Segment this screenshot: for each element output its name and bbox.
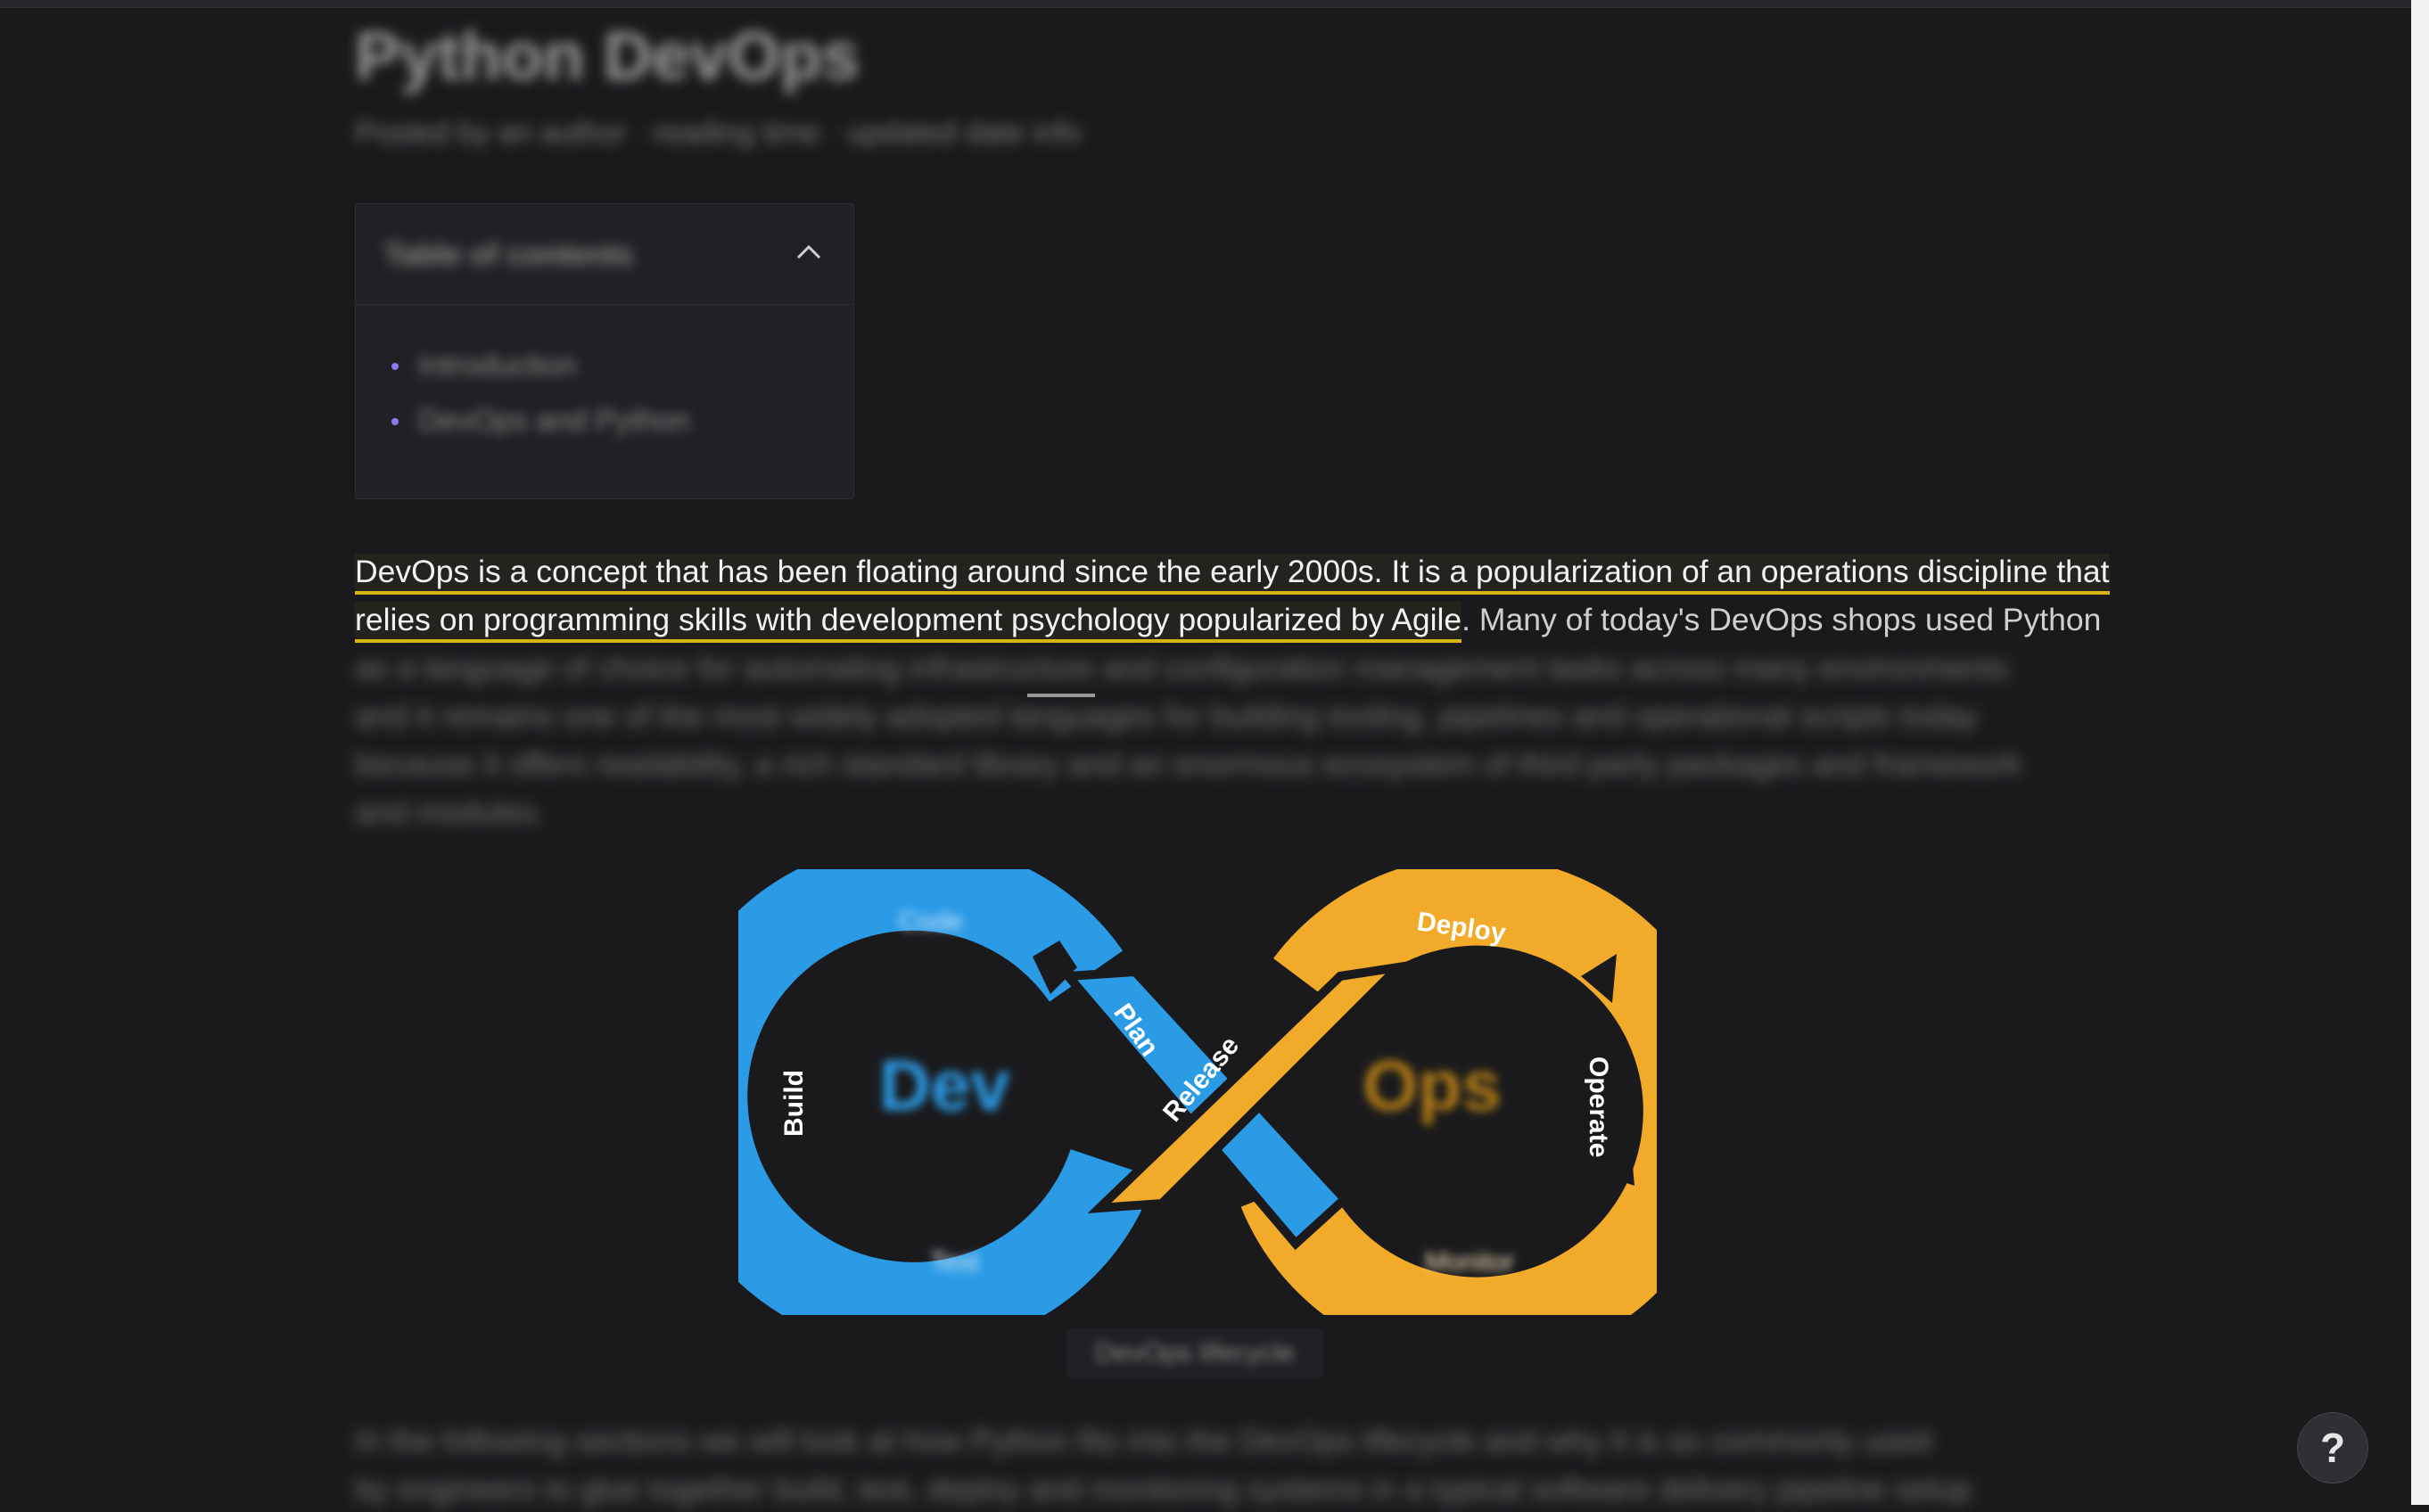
build-label: Build	[779, 1070, 809, 1137]
toc-title: Table of contents	[384, 238, 633, 272]
operate-label: Operate	[1584, 1056, 1613, 1157]
post-meta: Posted by an author · reading time · upd…	[355, 116, 1082, 150]
article-paragraph: DevOps is a concept that has been floati…	[355, 547, 2110, 836]
table-of-contents: Table of contents Introduction DevOps an…	[355, 203, 854, 499]
toc-item[interactable]: DevOps and Python	[391, 393, 689, 448]
blurred-text-line: because it offers readability, a rich st…	[355, 746, 2022, 782]
blurred-diagram-label: Monitor	[1425, 1247, 1514, 1277]
article-paragraph: In the following sections we will look a…	[355, 1416, 2040, 1512]
devops-infinity-diagram: Deploy Operate Release Plan Build Code T…	[738, 869, 1657, 1315]
chevron-up-icon[interactable]	[791, 234, 827, 270]
toc-header[interactable]: Table of contents	[356, 204, 853, 305]
paragraph-text: . Many of today's DevOps shops used Pyth…	[1462, 602, 2102, 637]
highlighted-text: DevOps is a concept that has been floati…	[355, 554, 2110, 595]
toc-item[interactable]: Introduction	[391, 338, 689, 393]
help-button[interactable]: ?	[2297, 1412, 2368, 1483]
blurred-text-line: and it remains one of the most widely ad…	[355, 698, 1978, 734]
blurred-text-line: as a language of choice for automating i…	[355, 650, 2009, 686]
highlighted-text: relies on programming skills with develo…	[355, 602, 1462, 643]
blurred-text-line: In the following sections we will look a…	[355, 1423, 1931, 1459]
blurred-diagram-label: Ops	[1363, 1046, 1502, 1125]
diagram-caption: DevOps lifecycle	[1066, 1328, 1323, 1378]
text-cursor-indicator	[1027, 694, 1095, 697]
page-title: Python DevOps	[355, 19, 860, 94]
page-scrollbar[interactable]	[2411, 0, 2429, 1505]
toc-list: Introduction DevOps and Python	[391, 338, 689, 448]
blurred-diagram-label: Dev	[879, 1046, 1010, 1125]
blurred-diagram-label: Test	[930, 1247, 980, 1277]
blurred-diagram-label: Code	[899, 907, 963, 936]
window-top-bar	[0, 0, 2429, 8]
blurred-text-line: and modules.	[355, 794, 546, 830]
